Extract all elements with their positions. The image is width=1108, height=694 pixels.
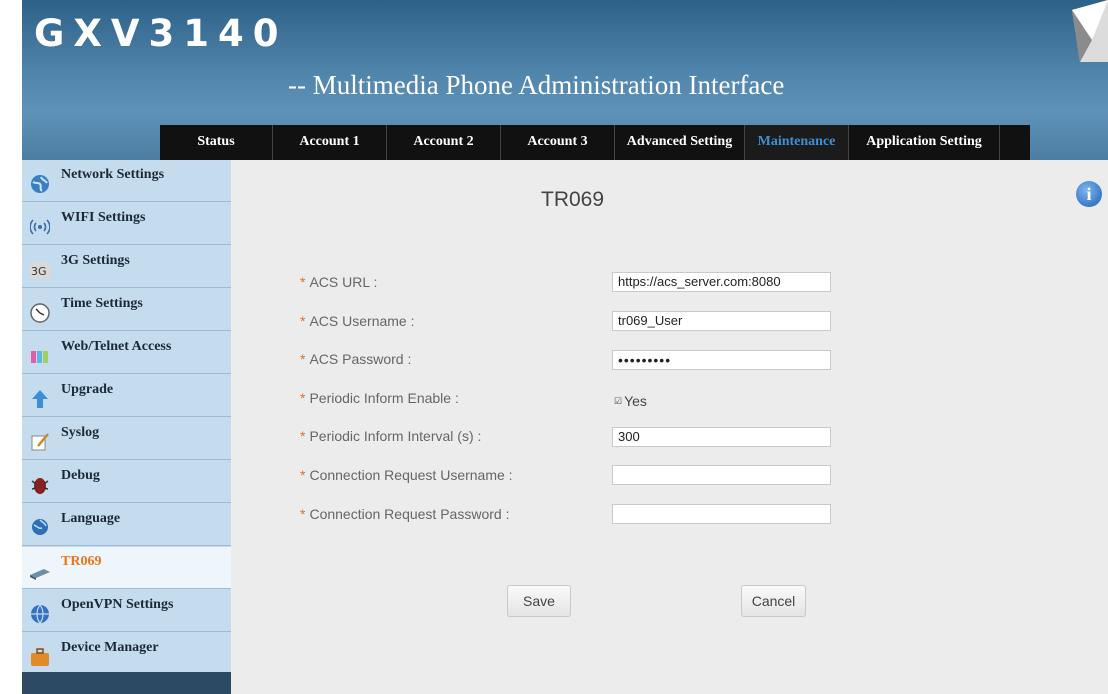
cancel-button[interactable]: Cancel <box>741 585 806 617</box>
acs-password-label: * ACS Password : <box>300 351 412 367</box>
sidebar-item-upgrade[interactable]: Upgrade <box>22 375 231 417</box>
sidebar-item-openvpn-settings[interactable]: OpenVPN Settings <box>22 590 231 632</box>
sidebar-item-debug[interactable]: Debug <box>22 461 231 503</box>
bug-icon <box>31 478 49 494</box>
sidebar-item-label: Web/Telnet Access <box>61 339 172 354</box>
sidebar-item-label: Language <box>61 511 121 526</box>
required-marker: * <box>300 428 306 444</box>
acs-password-input[interactable]: ••••••••• <box>612 350 831 370</box>
acs-url-input[interactable]: https://acs_server.com:8080 <box>612 272 831 292</box>
sidebar-item-label: WIFI Settings <box>61 210 146 225</box>
main-nav: Status Account 1 Account 2 Account 3 Adv… <box>160 125 1030 160</box>
sidebar-item-label: Time Settings <box>61 296 143 311</box>
tab-account-2[interactable]: Account 2 <box>387 125 501 160</box>
connection-request-password-input[interactable] <box>612 504 831 524</box>
language-globe-icon <box>32 519 48 535</box>
sidebar-item-wifi-settings[interactable]: WIFI Settings <box>22 203 231 245</box>
upgrade-arrow-icon <box>32 390 48 408</box>
periodic-inform-interval-input[interactable]: 300 <box>612 427 831 447</box>
connection-request-password-label: * Connection Request Password : <box>300 506 510 522</box>
required-marker: * <box>300 390 306 406</box>
sidebar-item-label: 3G Settings <box>61 253 130 268</box>
sidebar-item-language[interactable]: Language <box>22 504 231 546</box>
required-marker: * <box>300 506 306 522</box>
required-marker: * <box>300 351 306 367</box>
connection-request-username-label: * Connection Request Username : <box>300 467 513 483</box>
app-subtitle: -- Multimedia Phone Administration Inter… <box>288 70 785 100</box>
sidebar-item-3g-settings[interactable]: 3G 3G Settings <box>22 246 231 288</box>
syslog-icon <box>31 433 49 451</box>
svg-text:3G: 3G <box>31 265 47 278</box>
sidebar-item-label: Network Settings <box>61 167 165 182</box>
tab-account-1[interactable]: Account 1 <box>273 125 387 160</box>
briefcase-icon <box>31 648 49 666</box>
clock-icon <box>30 303 50 323</box>
acs-username-label: * ACS Username : <box>300 313 415 329</box>
periodic-inform-enable-checkbox[interactable]: ☑ Yes <box>614 393 647 409</box>
brand-logo: GXV3140 <box>34 12 288 55</box>
sidebar-item-label: OpenVPN Settings <box>61 597 174 612</box>
page-curl-icon <box>1072 0 1108 62</box>
web-access-icon <box>31 351 48 363</box>
tab-maintenance[interactable]: Maintenance <box>745 125 849 160</box>
sidebar: Network Settings WIFI Settings 3G 3G Set… <box>22 160 231 684</box>
sidebar-item-label: Debug <box>61 468 100 483</box>
sidebar-item-network-settings[interactable]: Network Settings <box>22 160 231 202</box>
sidebar-item-device-manager[interactable]: Device Manager <box>22 633 231 675</box>
sidebar-item-label: Syslog <box>61 425 100 440</box>
info-icon[interactable]: i <box>1076 181 1102 207</box>
periodic-inform-enable-label: * Periodic Inform Enable : <box>300 390 459 406</box>
sidebar-item-label: Upgrade <box>61 382 114 397</box>
tab-advanced-setting[interactable]: Advanced Setting <box>615 125 745 160</box>
page-title: TR069 <box>541 188 605 211</box>
periodic-inform-interval-label: * Periodic Inform Interval (s) : <box>300 428 482 444</box>
wifi-icon <box>30 219 50 235</box>
globe-icon <box>31 175 49 193</box>
sidebar-item-syslog[interactable]: Syslog <box>22 418 231 460</box>
tab-account-3[interactable]: Account 3 <box>501 125 615 160</box>
tr069-device-icon <box>30 569 50 580</box>
3g-icon: 3G <box>30 262 50 278</box>
connection-request-username-input[interactable] <box>612 465 831 485</box>
sidebar-item-tr069[interactable]: TR069 <box>22 547 231 589</box>
checkbox-checked-icon: ☑ <box>614 396 623 406</box>
sidebar-item-web-telnet-access[interactable]: Web/Telnet Access <box>22 332 231 374</box>
vpn-globe-icon <box>31 604 49 624</box>
sidebar-item-label: TR069 <box>61 554 102 569</box>
acs-url-label: * ACS URL : <box>300 274 378 290</box>
required-marker: * <box>300 313 306 329</box>
save-button[interactable]: Save <box>507 585 571 617</box>
sidebar-item-label: Device Manager <box>61 640 159 655</box>
required-marker: * <box>300 467 306 483</box>
sidebar-footer <box>22 672 231 694</box>
sidebar-item-time-settings[interactable]: Time Settings <box>22 289 231 331</box>
tab-status[interactable]: Status <box>160 125 273 160</box>
required-marker: * <box>300 274 306 290</box>
tab-application-setting[interactable]: Application Setting <box>849 125 1000 160</box>
acs-username-input[interactable]: tr069_User <box>612 311 831 331</box>
